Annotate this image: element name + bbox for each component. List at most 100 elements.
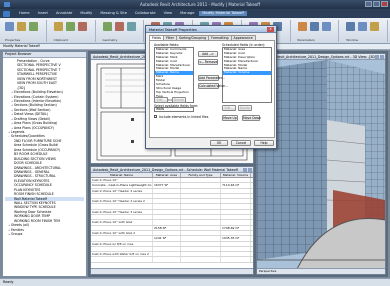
delete-scheduled-button[interactable]: Delete [238,105,252,111]
browser-tree: Presentation - Curve SECTIONAL PERSPECTIV… [3,58,86,238]
browser-item[interactable]: +Groups [5,232,84,236]
perspective-view-controls[interactable]: Perspective [257,268,385,274]
ribbon-tab[interactable]: Massing & Site [97,11,130,16]
schedule-rows: Cast In Place 10" Concrete - Cast-in-Plac… [91,178,253,263]
browser-item-label: {3D} [17,85,26,90]
ribbon-group-label: Window [346,38,359,42]
app-logo-icon[interactable] [4,2,10,7]
ribbon-group-label: Clipboard [53,38,69,42]
table-row[interactable] [91,257,253,263]
minimize-icon[interactable] [365,1,372,7]
schedule-table[interactable]: Material: Name Material: Area Family and T… [91,173,253,268]
ribbon-tool-icon[interactable] [370,22,380,31]
table-cell [181,246,221,252]
ribbon-group: Window [343,20,388,42]
table-cell: Cast In Place 10" Header 2 series 2 [91,199,153,204]
ribbon-tool-icon[interactable] [102,22,112,31]
table-cell [221,230,251,236]
application-menu-button[interactable] [3,11,10,17]
add-field-button[interactable]: Add --> [198,51,218,57]
schedule-view-controls[interactable] [91,268,253,274]
ribbon-group: Properties [2,20,47,42]
material-takeoff-dialog: Material Takeoff Properties X Fields Filt… [145,25,277,149]
include-linked-checkbox[interactable] [154,115,157,118]
edit-available-button[interactable]: Edit... [154,97,168,103]
column-header[interactable]: Material: Name [91,173,153,177]
table-cell [153,193,181,199]
table-cell [181,230,221,236]
minimize-icon[interactable] [375,55,379,59]
close-window-icon[interactable] [381,1,388,7]
ribbon-tabs: Home Insert Annotate Modify Massing & Site Co… [0,9,390,18]
table-cell [181,178,221,183]
browser-item-label: WINDOW TYPE SCHEDULE [14,205,56,210]
browser-item-label: SECTIONAL PERSPECTIVE V [17,63,61,68]
ribbon-tool-icon[interactable] [297,22,307,31]
list-item[interactable]: Material: Volume [223,71,271,76]
select-from-dropdown[interactable]: Walls [154,107,194,112]
dialog-title: Material Takeoff Properties [146,26,276,33]
ribbon-tab[interactable]: Insert [35,11,51,16]
ribbon-tool-icon[interactable] [346,22,356,31]
maximize-icon[interactable] [373,1,380,7]
window-controls [365,1,388,7]
dialog-close-button[interactable]: X [267,27,274,32]
ribbon-tool-icon[interactable] [65,22,75,31]
browser-item-label: PLAN KEYNOTES [14,187,41,192]
ribbon-tool-icon[interactable] [321,22,331,31]
table-cell [221,178,251,183]
schedule-window[interactable]: Autodesk_Revit_Architecture_2011_Design_… [90,166,254,275]
edit-scheduled-button[interactable]: Edit... [222,105,236,111]
table-cell [221,257,251,262]
delete-available-button[interactable]: Delete [172,97,186,103]
minimize-icon[interactable] [243,168,247,172]
table-cell [153,257,181,262]
ribbon-tab[interactable]: Manage [177,11,197,16]
table-cell [91,193,153,199]
table-cell [221,199,251,204]
add-parameter-button[interactable]: Add Parameter... [198,75,225,81]
table-cell: Cast In Place 10" with Glaz [91,220,153,225]
move-down-button[interactable]: Move Down [242,115,261,121]
ribbon-tool-icon[interactable] [114,22,124,31]
calculated-value-button[interactable]: Calculated Value... [198,83,228,89]
table-cell [221,252,251,257]
ribbon-tool-icon[interactable] [17,22,26,31]
ribbon-tool-icon[interactable] [29,22,38,31]
ribbon-tab[interactable]: View [161,11,176,16]
ribbon-tool-icon[interactable] [126,22,136,31]
browser-item-label: BUILDING SECTION VIEWS [14,156,56,161]
table-cell [181,225,221,230]
move-up-button[interactable]: Move Up [222,115,238,121]
ribbon-tool-icon[interactable] [5,22,14,31]
column-header[interactable]: Family and Type [181,173,221,177]
browser-item-label: Area Plans (Gross Building) [14,121,58,126]
ribbon-tab[interactable]: Collaborate [132,11,159,16]
table-cell [153,178,181,183]
column-header[interactable]: Material: Volume [221,173,251,177]
ribbon-tool-icon[interactable] [77,22,87,31]
ok-button[interactable]: OK [210,140,228,146]
ribbon-tab[interactable]: Modify Material Takeoff [199,11,247,16]
remove-field-button[interactable]: <-- Remove [198,59,218,65]
table-cell: Concrete - Cast-in-Place Lightweight Co [92,183,153,188]
browser-item-label: OCCUPANCY SCHEDULE [14,183,52,188]
scheduled-fields-list[interactable]: Material: Area Material: Cost Material: De… [222,47,272,103]
ribbon-tab[interactable]: Modify [77,11,95,16]
ribbon-tool-icon[interactable] [53,22,63,31]
ribbon-tool-icon[interactable] [309,22,319,31]
close-icon[interactable] [380,55,384,59]
table-cell [181,183,221,188]
table-cell [221,246,251,252]
cancel-button[interactable]: Cancel [231,140,251,146]
column-header[interactable]: Material: Area [153,173,181,177]
ribbon-tab[interactable]: Home [16,11,33,16]
fields-tab-panel: Available fields: Material: Comments Mate… [149,40,275,138]
available-fields-list[interactable]: Material: Comments Material: Keynote Mater… [154,47,194,103]
browser-item-label: DRAWINGS - GENERAL [14,169,50,174]
ribbon-tab[interactable]: Annotate [53,11,75,16]
help-button[interactable]: Help [254,140,274,146]
table-cell: 16377 SF [153,183,181,188]
close-icon[interactable] [248,168,252,172]
ribbon-tool-icon[interactable] [358,22,368,31]
